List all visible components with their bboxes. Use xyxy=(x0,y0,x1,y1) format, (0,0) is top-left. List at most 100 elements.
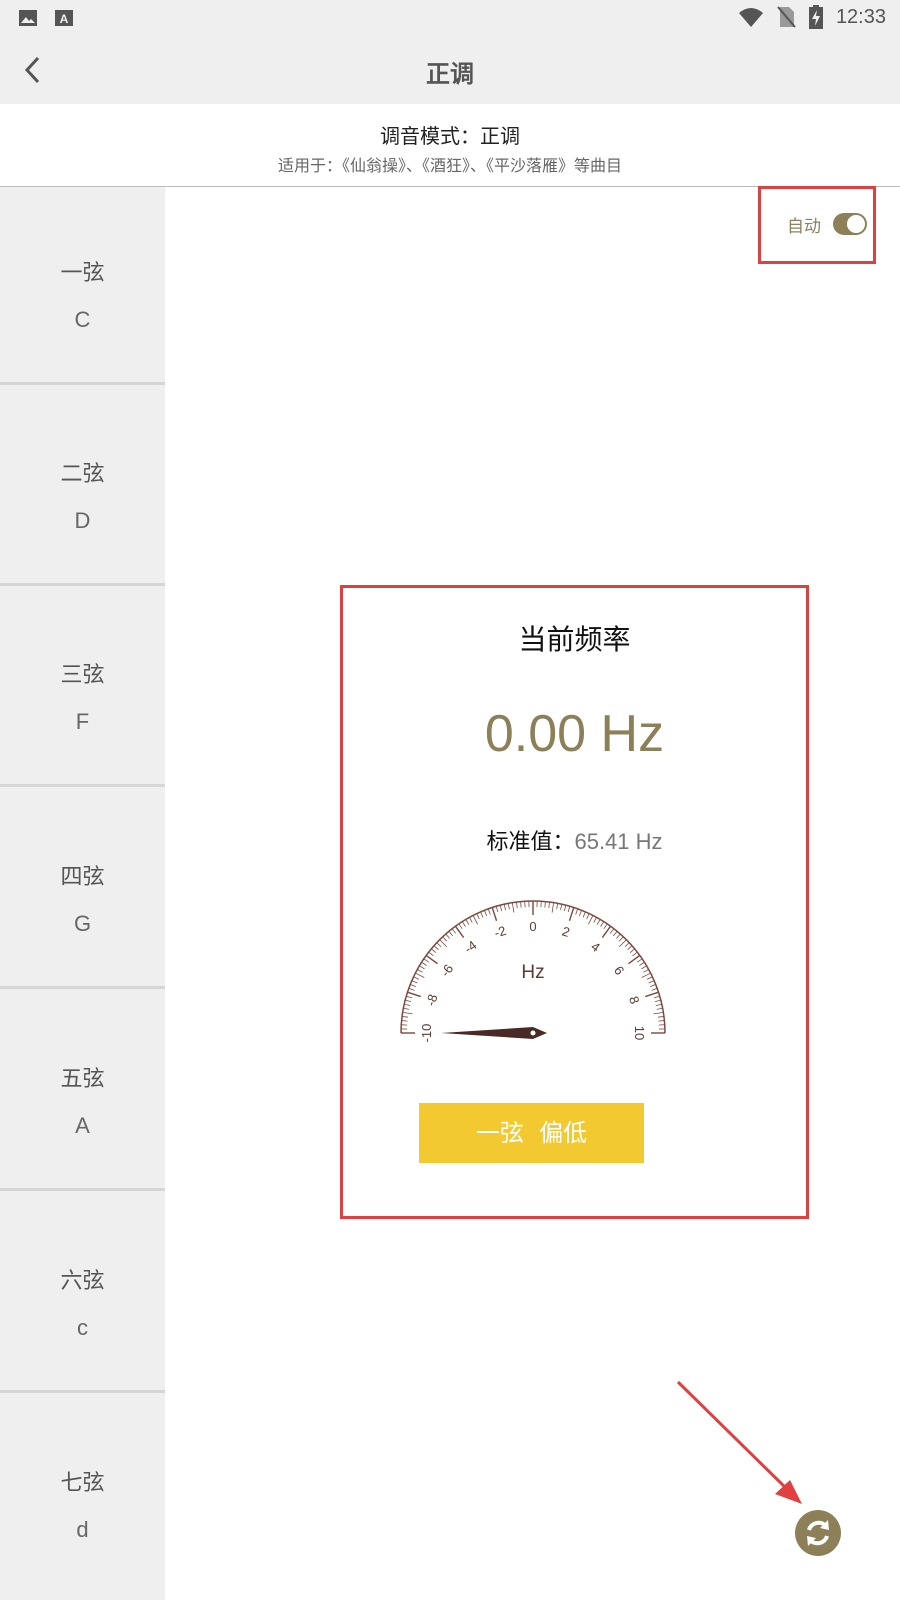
gauge-tick xyxy=(425,954,438,965)
gauge-tick xyxy=(503,904,506,911)
gauge-tick xyxy=(433,945,439,950)
gauge-unit-label: Hz xyxy=(521,962,544,983)
string-note: G xyxy=(73,911,92,936)
gauge-tick-label: -2 xyxy=(492,923,508,941)
gauge-tick xyxy=(439,939,448,948)
gauge-tick xyxy=(629,948,635,953)
auto-toggle[interactable] xyxy=(833,213,867,235)
gauge-tick xyxy=(654,999,661,1003)
standard-value-row: 标准值：65.41 Hz xyxy=(343,824,806,856)
string-note: D xyxy=(74,508,91,533)
tuning-status-button[interactable]: 一弦 偏低 xyxy=(419,1103,644,1163)
string-item-4[interactable]: 四弦 G xyxy=(0,791,165,989)
gauge-tick xyxy=(544,901,546,908)
gauge-tick xyxy=(461,921,466,927)
gauge-tick xyxy=(403,1007,410,1010)
gauge-tick xyxy=(653,995,660,999)
gauge-tick xyxy=(646,976,653,980)
refresh-button[interactable] xyxy=(795,1510,841,1556)
string-item-2[interactable]: 二弦 D xyxy=(0,388,165,586)
string-sidebar: 一弦 C 二弦 D 三弦 F 四弦 G 五弦 A 六弦 c 七弦 d xyxy=(0,187,165,1600)
string-item-3[interactable]: 三弦 F xyxy=(0,589,165,787)
gauge-tick xyxy=(563,905,567,912)
gauge-tick xyxy=(442,936,448,942)
gauge-tick-label: 10 xyxy=(632,1026,647,1040)
string-item-7[interactable]: 七弦 d xyxy=(0,1397,165,1600)
image-icon xyxy=(19,10,37,26)
gauge-tick xyxy=(421,961,427,966)
gauge-tick xyxy=(448,931,453,937)
string-item-5[interactable]: 五弦 A xyxy=(0,993,165,1191)
gauge-tick xyxy=(401,1020,408,1022)
string-item-6[interactable]: 六弦 c xyxy=(0,1195,165,1393)
standard-value-label: 标准值： xyxy=(486,830,575,855)
gauge-tick xyxy=(423,958,430,963)
gauge-tick xyxy=(406,995,413,999)
svg-text:A: A xyxy=(60,12,69,26)
no-sim-icon xyxy=(777,6,796,28)
gauge-tick xyxy=(469,917,473,923)
gauge-tick xyxy=(603,923,608,930)
app-bar: 正调 xyxy=(0,36,900,104)
gauge-tick xyxy=(499,905,503,912)
tuning-gauge: Hz -10 -8 -6 -4 -2 0 246 8 10 xyxy=(400,900,666,1043)
gauge-tick xyxy=(491,907,498,921)
gauge-tick xyxy=(632,951,638,957)
gauge-tick xyxy=(520,901,522,908)
current-frequency-heading: 当前频率 xyxy=(518,623,631,656)
gauge-tick xyxy=(472,915,478,925)
refresh-icon xyxy=(807,1520,829,1546)
gauge-tick xyxy=(567,906,571,913)
status-bar: A 12:33 xyxy=(0,0,900,36)
string-name: 六弦 xyxy=(60,1269,105,1294)
string-name: 四弦 xyxy=(60,865,105,890)
toggle-knob xyxy=(846,214,866,234)
string-note: c xyxy=(77,1315,88,1340)
a-letter-icon: A xyxy=(55,10,73,26)
gauge-tick xyxy=(618,936,624,942)
gauge-tick xyxy=(516,901,518,909)
tuning-mode-label: 调音模式：正调 xyxy=(380,124,520,148)
gauge-tick xyxy=(624,942,630,948)
status-icons-left: A xyxy=(18,8,74,28)
gauge-tick xyxy=(402,1011,413,1015)
gauge-tick-label: -10 xyxy=(419,1024,434,1043)
gauge-tick xyxy=(627,945,633,950)
gauge-tick xyxy=(408,987,415,991)
string-item-1[interactable]: 一弦 C xyxy=(0,187,165,385)
standard-value: 65.41 Hz xyxy=(574,829,663,854)
gauge-tick xyxy=(650,984,656,987)
gauge-tick xyxy=(445,933,450,939)
gauge-tick-label: 2 xyxy=(560,923,572,940)
gauge-tick xyxy=(484,910,487,916)
gauge-tick xyxy=(454,925,465,938)
gauge-tick xyxy=(593,917,597,923)
gauge-tick xyxy=(551,902,555,913)
string-name: 五弦 xyxy=(60,1067,105,1092)
gauge-tick xyxy=(618,939,627,948)
gauge-tick xyxy=(582,911,586,918)
gauge-tick-label: 8 xyxy=(626,994,643,1006)
gauge-tick xyxy=(568,907,575,921)
clock: 12:33 xyxy=(835,5,886,28)
gauge-tick-label: -8 xyxy=(423,992,441,1008)
gauge-tick xyxy=(609,928,615,934)
gauge-tick xyxy=(641,965,647,970)
gauge-tick xyxy=(419,965,425,970)
gauge-tick xyxy=(413,976,420,980)
gauge-tick xyxy=(648,980,655,984)
gauge-tick xyxy=(588,915,594,925)
gauge-tick xyxy=(600,921,605,927)
gauge-tick xyxy=(560,904,563,911)
gauge-tick xyxy=(428,951,434,957)
gauge-tick xyxy=(579,910,582,916)
battery-charging-icon xyxy=(808,5,823,29)
gauge-tick xyxy=(411,980,418,984)
gauge-tick-label: -4 xyxy=(461,937,479,956)
string-name: 三弦 xyxy=(60,663,105,688)
gauge-tick xyxy=(596,919,601,925)
gauge-tick xyxy=(436,942,442,948)
gauge-tick xyxy=(636,958,643,963)
current-frequency-value: 0.00 Hz xyxy=(484,705,665,763)
tuning-mode-header: 调音模式：正调 适用于：《仙翁操》、《酒狂》、《平沙落雁》等曲目 xyxy=(0,104,900,187)
